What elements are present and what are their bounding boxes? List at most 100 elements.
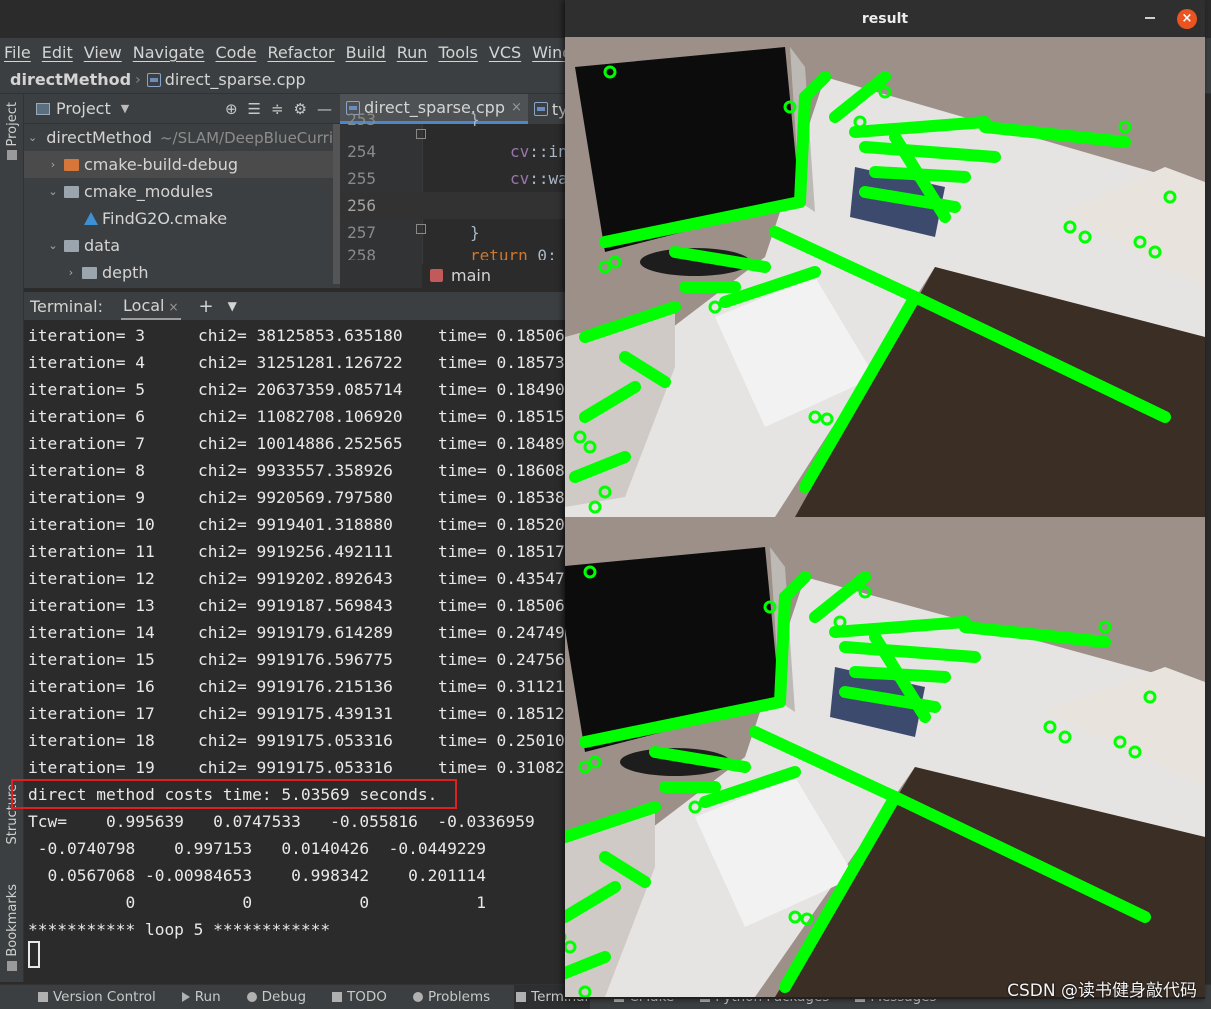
line-number: 254 — [347, 142, 376, 161]
bookmark-icon — [7, 960, 17, 971]
tree-item-label: FindG2O.cmake — [102, 209, 228, 228]
menu-edit[interactable]: Edit — [42, 43, 73, 62]
tree-item-cmake-modules[interactable]: ⌄ cmake_modules — [24, 178, 340, 205]
branch-icon — [38, 992, 48, 1002]
terminal-matrix-line: 0.0567068 -0.00984653 0.998342 0.201114 — [28, 866, 487, 885]
cpp-file-icon — [146, 72, 161, 87]
minimize-icon[interactable] — [1145, 17, 1155, 19]
chevron-down-icon[interactable]: ▼ — [121, 102, 129, 115]
function-breadcrumb[interactable]: main — [422, 262, 491, 288]
tree-item-label: cmake-build-debug — [84, 155, 239, 174]
project-panel-header: Project ▼ ⊕ ☰ ≑ ⚙ — — [24, 94, 340, 124]
tracked-feature-stroke — [794, 91, 811, 208]
menu-file[interactable]: File — [4, 43, 31, 62]
terminal-iteration-line: iteration= 16 chi2= 9919176.215136 time= 0… — [28, 677, 565, 696]
terminal-iteration-line: iteration= 7 chi2= 10014886.252565 time= 0… — [28, 434, 565, 453]
chevron-down-icon[interactable]: ⌄ — [46, 239, 60, 252]
terminal-iteration-line: iteration= 9 chi2= 9920569.797580 time= 0.… — [28, 488, 565, 507]
tool-problems[interactable]: Problems — [411, 985, 492, 1009]
tracked-feature-stroke — [774, 591, 791, 708]
code-text: } — [470, 223, 480, 242]
code-line-255[interactable]: 255 cv::wa — [340, 165, 568, 192]
bookmarks-tool-tab[interactable]: Bookmarks — [0, 884, 24, 971]
menu-code[interactable]: Code — [216, 43, 257, 62]
breadcrumb-project[interactable]: directMethod — [10, 70, 131, 89]
project-scrollbar[interactable] — [333, 124, 340, 284]
code-text: return 0; — [470, 246, 557, 260]
breadcrumb-chevron-icon: › — [135, 71, 141, 88]
close-button[interactable]: × — [1177, 9, 1197, 29]
collapse-all-icon[interactable]: ≑ — [271, 100, 284, 118]
breadcrumb-file[interactable]: direct_sparse.cpp — [146, 70, 306, 89]
menu-refactor[interactable]: Refactor — [267, 43, 334, 62]
tool-version-control[interactable]: Version Control — [36, 985, 158, 1009]
hide-icon[interactable]: — — [317, 100, 332, 118]
folder-icon — [64, 239, 79, 252]
play-icon — [181, 992, 190, 1002]
code-line-258[interactable]: 258 return 0; — [340, 246, 565, 260]
tree-item-cmake-build-debug[interactable]: › cmake-build-debug — [24, 151, 340, 178]
menu-vcs[interactable]: VCS — [489, 43, 521, 62]
terminal-iteration-line: iteration= 15 chi2= 9919176.596775 time= 0… — [28, 650, 565, 669]
code-editor: direct_sparse.cpp × typ 253 } 254 cv::in… — [340, 94, 578, 288]
bookmarks-tool-tab-label: Bookmarks — [4, 884, 20, 957]
code-line-254[interactable]: 254 cv::in — [340, 138, 568, 165]
terminal-iteration-line: iteration= 19 chi2= 9919175.053316 time= 0… — [28, 758, 565, 777]
breadcrumb-file-label: direct_sparse.cpp — [164, 70, 306, 89]
code-line-256[interactable]: 256 — [340, 192, 565, 219]
list-icon — [332, 992, 343, 1002]
project-panel-title[interactable]: Project — [56, 99, 111, 118]
terminal-iteration-line: iteration= 13 chi2= 9919187.569843 time= 0… — [28, 596, 565, 615]
terminal-output[interactable]: iteration= 3 chi2= 38125853.635180 time= 0… — [24, 320, 565, 982]
tree-item-depth[interactable]: › depth — [24, 259, 340, 286]
tree-item-data[interactable]: ⌄ data — [24, 232, 340, 259]
chevron-down-icon[interactable]: ⌄ — [46, 185, 60, 198]
plus-icon[interactable]: + — [199, 296, 214, 317]
highlight-box — [11, 779, 457, 809]
code-line-257[interactable]: 257 } — [340, 219, 565, 246]
project-tool-tab[interactable]: Project — [0, 102, 24, 161]
reference-frame-image — [565, 37, 1205, 517]
project-panel-tools: ⊕ ☰ ≑ ⚙ — — [225, 100, 332, 118]
tool-debug[interactable]: Debug — [245, 985, 308, 1009]
result-images — [565, 37, 1205, 999]
menu-run[interactable]: Run — [397, 43, 428, 62]
tree-item-label: data — [84, 236, 121, 255]
terminal-label: Terminal: — [30, 296, 104, 316]
terminal-iteration-line: iteration= 10 chi2= 9919401.318880 time= 0… — [28, 515, 565, 534]
locate-icon[interactable]: ⊕ — [225, 100, 238, 118]
menu-tools[interactable]: Tools — [438, 43, 477, 62]
gear-icon[interactable]: ⚙ — [294, 100, 307, 118]
code-line-253[interactable]: 253 } — [340, 112, 565, 126]
result-window: result × — [565, 0, 1205, 999]
tree-item-findg2o[interactable]: FindG2O.cmake — [24, 205, 340, 232]
tool-todo[interactable]: TODO — [330, 985, 389, 1009]
terminal-header: Terminal: Local × + ▼ — [24, 292, 565, 320]
function-breadcrumb-label: main — [451, 265, 491, 285]
chevron-right-icon[interactable]: › — [64, 266, 78, 279]
chevron-right-icon[interactable]: › — [46, 158, 60, 171]
left-tool-strip: Project Structure Bookmarks — [0, 94, 24, 982]
menu-build[interactable]: Build — [346, 43, 386, 62]
fold-marker-icon[interactable] — [416, 129, 426, 139]
menu-view[interactable]: View — [84, 43, 122, 62]
chevron-down-icon[interactable]: ▼ — [228, 299, 237, 313]
folder-icon — [82, 266, 97, 279]
terminal-iteration-line: iteration= 4 chi2= 31251281.126722 time= 0… — [28, 353, 565, 372]
code-text: } — [470, 112, 480, 126]
tree-item-directmethod[interactable]: ⌄ directMethod ~/SLAM/DeepBlueCurric — [24, 124, 340, 151]
terminal-iteration-line: iteration= 5 chi2= 20637359.085714 time= 0… — [28, 380, 565, 399]
terminal-cursor — [28, 941, 40, 968]
menu-navigate[interactable]: Navigate — [133, 43, 205, 62]
chevron-down-icon[interactable]: ⌄ — [28, 131, 37, 144]
terminal-iteration-line: iteration= 14 chi2= 9919179.614289 time= 0… — [28, 623, 565, 642]
terminal-tab-local[interactable]: Local × — [121, 293, 181, 320]
tool-run[interactable]: Run — [180, 985, 223, 1009]
expand-all-icon[interactable]: ☰ — [248, 100, 261, 118]
result-window-titlebar[interactable]: result × — [565, 0, 1205, 37]
fold-marker-icon[interactable] — [416, 224, 426, 234]
project-tool-tab-label: Project — [4, 102, 20, 147]
line-number: 258 — [347, 246, 376, 260]
project-panel: Project ▼ ⊕ ☰ ≑ ⚙ — ⌄ directMethod ~/SLA… — [24, 94, 340, 288]
close-icon[interactable]: × — [168, 300, 178, 314]
